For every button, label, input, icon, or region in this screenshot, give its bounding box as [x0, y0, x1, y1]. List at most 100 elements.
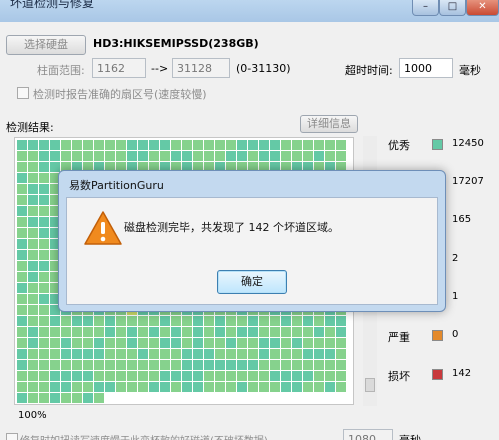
sector-cell [39, 393, 49, 403]
sector-cell [39, 261, 49, 271]
legend-count-bad: 1 [452, 291, 459, 302]
cylinder-end-field[interactable]: 31128 [172, 58, 230, 78]
sector-cell [270, 327, 280, 337]
sector-cell [138, 327, 148, 337]
dialog-message: 磁盘检测完毕，共发现了 142 个坏道区域。 [124, 221, 339, 234]
sector-cell [28, 206, 38, 216]
sector-cell [149, 338, 159, 348]
repair-threshold-field[interactable]: 1080 [343, 429, 393, 440]
sector-cell [292, 360, 302, 370]
sector-cell [28, 184, 38, 194]
sector-cell [193, 393, 203, 403]
sector-cell [83, 360, 93, 370]
sector-cell [138, 349, 148, 359]
sector-cell [39, 184, 49, 194]
minimize-button[interactable]: – [412, 0, 439, 16]
sector-cell [39, 272, 49, 282]
sector-cell [116, 382, 126, 392]
cylinder-arrow: --> [151, 62, 169, 75]
sector-cell [61, 393, 71, 403]
sector-cell [28, 217, 38, 227]
sector-cell [160, 151, 170, 161]
sector-cell [160, 349, 170, 359]
sector-cell [259, 382, 269, 392]
sector-cell [105, 151, 115, 161]
sector-cell [248, 338, 258, 348]
sector-cell [237, 349, 247, 359]
sector-cell [94, 360, 104, 370]
sector-cell [72, 151, 82, 161]
sector-cell [83, 349, 93, 359]
sector-cell [105, 140, 115, 150]
legend-count-excellent: 12450 [452, 138, 484, 149]
sector-cell [50, 349, 60, 359]
close-button[interactable]: ✕ [466, 0, 499, 16]
sector-cell [171, 393, 181, 403]
sector-cell [72, 393, 82, 403]
sector-cell [325, 316, 335, 326]
sector-cell [39, 327, 49, 337]
sector-cell [138, 360, 148, 370]
sector-cell [226, 382, 236, 392]
sector-cell [303, 349, 313, 359]
scrollbar-thumb[interactable] [365, 378, 375, 392]
legend-swatch-damaged [432, 369, 443, 380]
repair-checkbox[interactable] [6, 433, 18, 440]
sector-cell [171, 349, 181, 359]
sector-cell [116, 371, 126, 381]
sector-cell [325, 371, 335, 381]
sector-cell [182, 338, 192, 348]
sector-cell [303, 371, 313, 381]
sector-cell [336, 382, 346, 392]
maximize-button[interactable]: □ [439, 0, 466, 16]
sector-cell [204, 360, 214, 370]
sector-cell [193, 140, 203, 150]
sector-cell [28, 371, 38, 381]
legend-name-excellent: 优秀 [388, 139, 410, 152]
cylinder-start-field[interactable]: 1162 [92, 58, 146, 78]
sector-cell [314, 151, 324, 161]
timeout-input[interactable]: 1000 [399, 58, 453, 78]
sector-cell [39, 294, 49, 304]
ok-button[interactable]: 确定 [217, 270, 287, 294]
sector-cell [193, 327, 203, 337]
sector-cell [182, 151, 192, 161]
sector-cell [204, 338, 214, 348]
report-accurate-checkbox[interactable] [17, 87, 29, 99]
sector-cell [39, 140, 49, 150]
sector-cell [248, 349, 258, 359]
sector-cell [237, 316, 247, 326]
sector-cell [292, 382, 302, 392]
sector-cell [83, 338, 93, 348]
sector-cell [28, 360, 38, 370]
sector-cell [259, 140, 269, 150]
sector-cell [259, 349, 269, 359]
sector-cell [303, 316, 313, 326]
sector-cell [17, 228, 27, 238]
sector-cell [17, 184, 27, 194]
sector-cell [50, 371, 60, 381]
sector-cell [61, 382, 71, 392]
sector-cell [39, 338, 49, 348]
sector-cell [39, 195, 49, 205]
sector-cell [105, 327, 115, 337]
sector-cell [50, 316, 60, 326]
sector-cell [50, 140, 60, 150]
sector-cell [237, 327, 247, 337]
sector-cell [215, 327, 225, 337]
sector-cell [17, 294, 27, 304]
sector-cell [160, 393, 170, 403]
sector-cell [127, 327, 137, 337]
sector-cell [314, 371, 324, 381]
details-button[interactable]: 详细信息 [300, 115, 358, 133]
sector-cell [105, 371, 115, 381]
select-disk-button[interactable]: 选择硬盘 [6, 35, 86, 55]
sector-cell [50, 382, 60, 392]
sector-cell [270, 316, 280, 326]
sector-cell [116, 338, 126, 348]
sector-cell [61, 316, 71, 326]
sector-cell [127, 140, 137, 150]
sector-cell [314, 360, 324, 370]
sector-cell [325, 360, 335, 370]
sector-cell [138, 316, 148, 326]
